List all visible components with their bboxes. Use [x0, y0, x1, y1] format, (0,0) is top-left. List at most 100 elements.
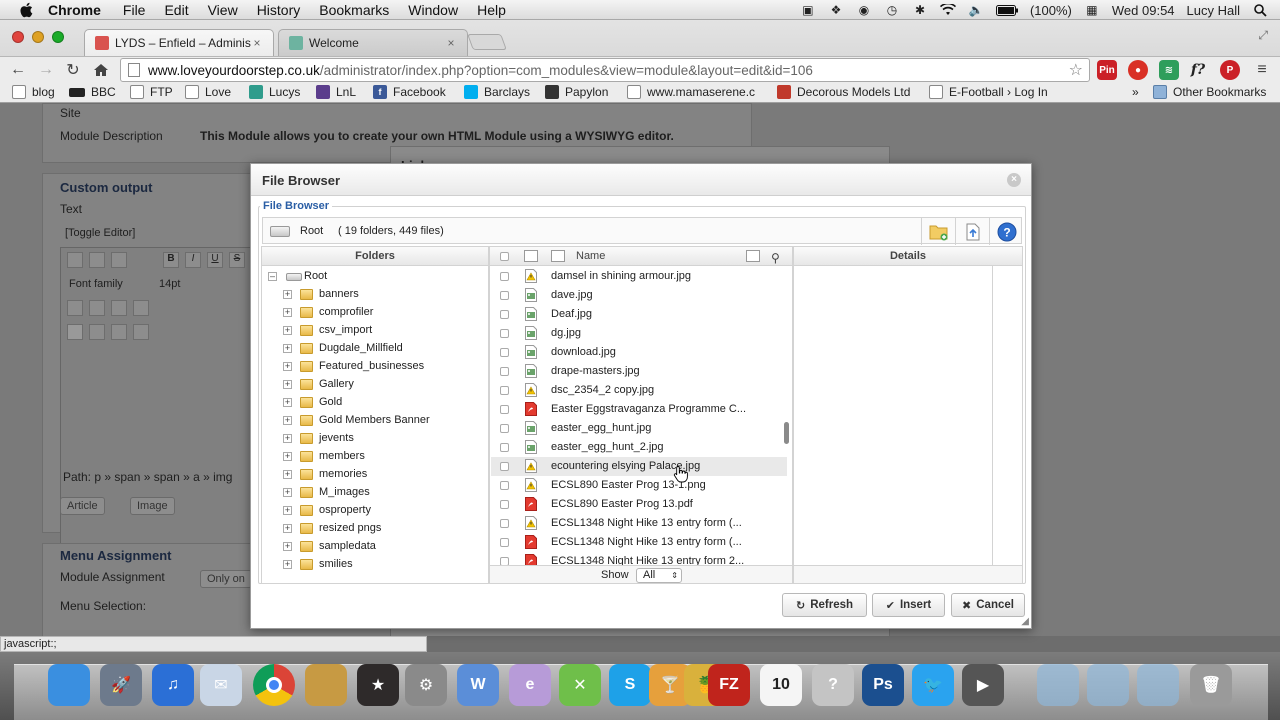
folder-item[interactable]: + Gallery — [262, 376, 488, 394]
tab-close-icon[interactable]: × — [445, 36, 457, 50]
strikethrough-icon[interactable]: S — [229, 252, 245, 268]
expand-icon[interactable]: + — [283, 290, 292, 299]
expand-icon[interactable]: + — [283, 362, 292, 371]
file-list-scrollbar[interactable] — [784, 422, 789, 444]
expand-icon[interactable]: + — [283, 434, 292, 443]
current-path-root[interactable]: Root — [300, 225, 323, 237]
trash-icon[interactable]: 🗑 — [1190, 664, 1232, 706]
upload-button[interactable] — [955, 218, 989, 245]
imovie-icon[interactable]: ★ — [357, 664, 399, 706]
fullscreen-icon[interactable]: ⤢ — [1258, 28, 1268, 43]
menubar-user[interactable]: Lucy Hall — [1187, 3, 1240, 18]
folder-item[interactable]: + Featured_businesses — [262, 358, 488, 376]
bookmark-papylon[interactable]: Papylon — [545, 85, 608, 99]
name-column-header[interactable]: Name — [576, 247, 605, 265]
folder-item[interactable]: + banners — [262, 286, 488, 304]
menu-view[interactable]: View — [208, 2, 238, 18]
collapse-icon[interactable]: – — [268, 272, 277, 281]
folder-item[interactable]: + memories — [262, 466, 488, 484]
filezilla-icon[interactable]: FZ — [708, 664, 750, 706]
folder-item[interactable]: + Gold Members Banner — [262, 412, 488, 430]
file-checkbox[interactable] — [500, 462, 509, 471]
expand-icon[interactable]: + — [283, 488, 292, 497]
address-bar[interactable]: www.loveyourdoorstep.co.uk/administrator… — [120, 58, 1090, 82]
folder-item[interactable]: + Dugdale_Millfield — [262, 340, 488, 358]
video-status-icon[interactable]: ▣ — [800, 3, 816, 17]
bookmark-blog[interactable]: blog — [12, 85, 55, 99]
file-row[interactable]: download.jpg — [491, 343, 787, 362]
folder-item[interactable]: + sampledata — [262, 538, 488, 556]
file-row[interactable]: ECSL890 Easter Prog 13-1.png — [491, 476, 787, 495]
twitter-icon[interactable]: 🐦 — [912, 664, 954, 706]
video-icon[interactable]: ▶ — [962, 664, 1004, 706]
file-checkbox[interactable] — [500, 405, 509, 414]
tab-lyds-admin[interactable]: LYDS – Enfield – Administ × — [84, 29, 274, 56]
word-icon[interactable]: W — [457, 664, 499, 706]
file-checkbox[interactable] — [500, 424, 509, 433]
editor-tool-icon[interactable] — [111, 300, 127, 316]
expand-icon[interactable]: + — [283, 398, 292, 407]
toggle-editor-link[interactable]: [Toggle Editor] — [65, 227, 135, 239]
time-machine-icon[interactable]: ◷ — [884, 3, 900, 17]
file-row[interactable]: ECSL1348 Night Hike 13 entry form (... — [491, 533, 787, 552]
menu-app-name[interactable]: Chrome — [48, 2, 101, 18]
pinterest-pin-extension-icon[interactable]: Pin — [1097, 60, 1117, 80]
bookmarks-overflow-button[interactable]: » — [1132, 85, 1139, 99]
file-row[interactable]: dsc_2354_2 copy.jpg — [491, 381, 787, 400]
file-row[interactable]: dave.jpg — [491, 286, 787, 305]
tree-root[interactable]: – Root — [262, 268, 488, 286]
font-finder-extension-icon[interactable]: f? — [1188, 60, 1208, 80]
file-checkbox[interactable] — [500, 348, 509, 357]
expand-icon[interactable]: + — [283, 542, 292, 551]
bookmark-barclays[interactable]: Barclays — [464, 85, 530, 99]
editor-tool-icon[interactable] — [89, 324, 105, 340]
sort-type-icon[interactable] — [524, 250, 538, 262]
show-filter-select[interactable]: All ⇕ — [636, 568, 682, 583]
file-row[interactable]: drape-masters.jpg — [491, 362, 787, 381]
menu-bookmarks[interactable]: Bookmarks — [319, 2, 389, 18]
bookmark-facebook[interactable]: f Facebook — [373, 85, 446, 99]
file-browser-titlebar[interactable]: File Browser × — [251, 164, 1031, 196]
bookmark-mamaserene[interactable]: www.mamaserene.c — [627, 85, 755, 99]
file-checkbox[interactable] — [500, 291, 509, 300]
keyboard-viewer-icon[interactable]: ▦ — [1084, 3, 1100, 17]
expand-icon[interactable]: + — [283, 560, 292, 569]
image-button[interactable]: Image — [130, 497, 175, 515]
file-row[interactable]: Easter Eggstravaganza Programme C... — [491, 400, 787, 419]
mail-icon[interactable]: ✉ — [200, 664, 242, 706]
folder-item[interactable]: + Gold — [262, 394, 488, 412]
file-checkbox[interactable] — [500, 367, 509, 376]
editor-tool-icon[interactable] — [133, 324, 149, 340]
folder-item[interactable]: + resized pngs — [262, 520, 488, 538]
file-row[interactable]: easter_egg_hunt.jpg — [491, 419, 787, 438]
folder-icon[interactable] — [1037, 664, 1079, 706]
menubar-clock[interactable]: Wed 09:54 — [1112, 3, 1175, 18]
close-window-button[interactable] — [12, 31, 24, 43]
expand-icon[interactable]: + — [283, 326, 292, 335]
battery-icon[interactable] — [995, 3, 1018, 17]
expand-icon[interactable]: + — [283, 452, 292, 461]
file-row[interactable]: damsel in shining armour.jpg — [491, 267, 787, 286]
cancel-button[interactable]: ✖ Cancel — [951, 593, 1025, 617]
editor-tool-icon[interactable] — [133, 300, 149, 316]
font-size-select[interactable]: 14pt — [159, 278, 180, 290]
bookmark-lucys[interactable]: Lucys — [249, 85, 300, 99]
tab-welcome[interactable]: Welcome × — [278, 29, 468, 56]
other-bookmarks[interactable]: Other Bookmarks — [1153, 85, 1266, 99]
reload-button[interactable]: ↻ — [63, 60, 83, 80]
folder-item[interactable]: + M_images — [262, 484, 488, 502]
sort-name-icon[interactable] — [551, 250, 565, 262]
folder-item[interactable]: + smilies — [262, 556, 488, 574]
file-checkbox[interactable] — [500, 443, 509, 452]
launchpad-icon[interactable]: 🚀 — [100, 664, 142, 706]
chrome-menu-icon[interactable]: ≡ — [1252, 60, 1272, 80]
editor-tool-icon[interactable] — [111, 252, 127, 268]
menu-history[interactable]: History — [257, 2, 301, 18]
expand-icon[interactable]: + — [283, 524, 292, 533]
underline-icon[interactable]: U — [207, 252, 223, 268]
new-tab-button[interactable] — [467, 34, 507, 50]
sync-icon[interactable]: ◉ — [856, 3, 872, 17]
binoculars-icon[interactable]: ⚲ — [771, 249, 780, 267]
system-preferences-icon[interactable]: ⚙ — [405, 664, 447, 706]
bookmark-lnl[interactable]: LnL — [316, 85, 356, 99]
